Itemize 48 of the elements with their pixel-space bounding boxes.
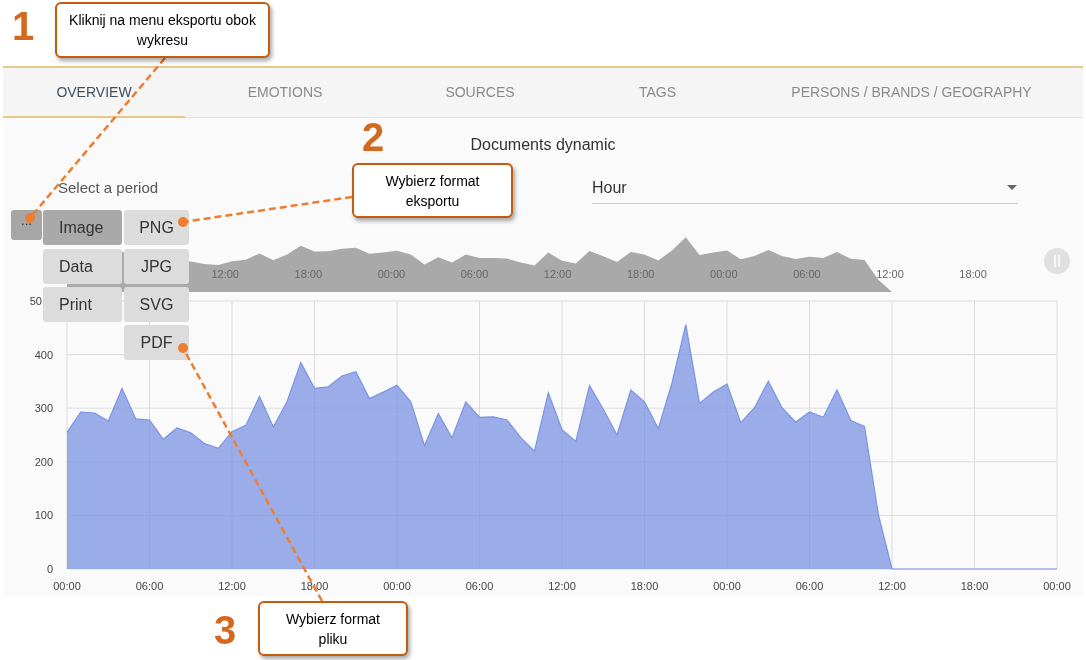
x-axis-label: 12:00 [548,580,576,592]
x-axis-label: 18:00 [300,580,329,592]
navigator-label: 00:00 [377,268,406,280]
x-axis-label: 06:00 [135,580,164,592]
y-axis-label: 400 [34,348,53,361]
x-axis-label: 06:00 [795,580,824,592]
export-menu-item[interactable]: Print [43,287,122,322]
format-option[interactable]: SVG [124,287,189,322]
callout-box: Wybierz format eksportu [352,163,513,218]
x-axis-label: 18:00 [960,580,989,592]
navigator-label: 06:00 [460,268,489,280]
x-axis-label: 00:00 [713,580,741,592]
navigator-label: 18:00 [626,268,655,280]
navigator-label: 18:00 [294,268,323,280]
export-menu-item[interactable]: Image [43,210,122,245]
navigator-label: 00:00 [710,268,738,280]
navigator-label: 12:00 [543,268,572,280]
tab[interactable]: OVERVIEW [3,68,185,118]
y-axis-label: 50 [29,295,42,307]
x-axis-label: 12:00 [218,580,246,592]
y-axis-label: 0 [46,563,53,575]
y-axis-label: 300 [34,402,53,415]
y-axis-label: 200 [34,455,53,468]
format-option[interactable]: PNG [124,210,189,245]
caret-icon [1007,185,1017,190]
export-menu-button[interactable]: ... [11,210,42,240]
period-label: Select a period [58,179,159,196]
navigator-label: 06:00 [793,268,821,280]
navigator-label: 12:00 [211,268,239,280]
callout-box: Wybierz format pliku [258,601,408,656]
period-select[interactable]: Hour [592,172,1018,204]
chart-title: Documents dynamic [470,135,616,155]
export-menu-item[interactable]: Data [43,249,122,284]
y-axis-label: 100 [34,509,53,522]
x-axis-label: 00:00 [1043,580,1071,592]
step-number: 3 [214,607,237,654]
range-handle[interactable] [1044,248,1070,274]
x-axis-label: 00:00 [53,580,81,592]
x-axis-label: 06:00 [465,580,494,592]
format-option[interactable]: PDF [124,325,189,360]
format-option[interactable]: JPG [124,249,189,284]
callout-box: Kliknij na menu eksportu obok wykresu [55,2,270,58]
navigator-label: 12:00 [876,268,904,280]
x-axis-label: 12:00 [878,580,906,592]
x-axis-label: 18:00 [630,580,659,592]
step-number: 1 [12,3,35,50]
x-axis-label: 00:00 [383,580,411,592]
navigator-label: 18:00 [959,268,987,280]
